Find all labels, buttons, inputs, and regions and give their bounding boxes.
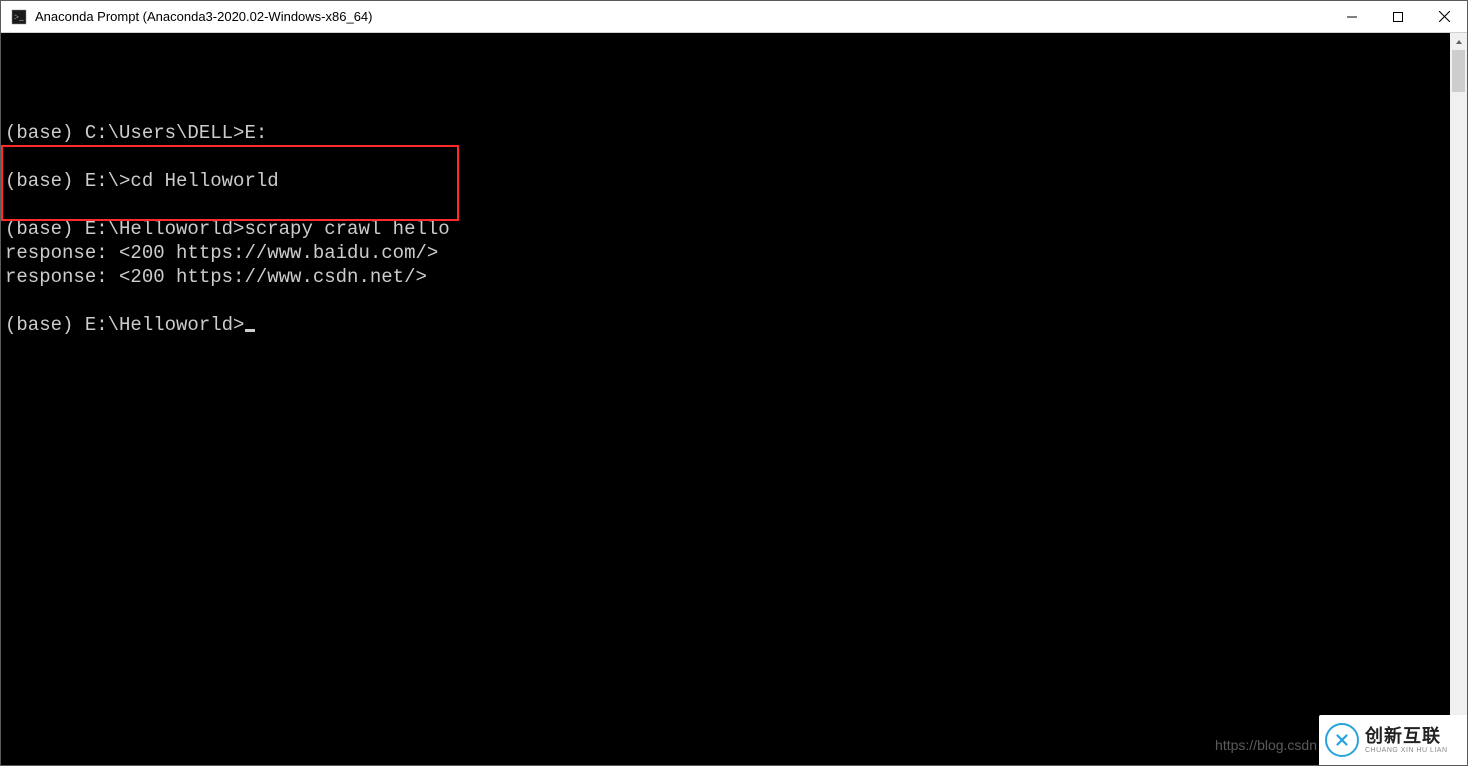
scrollbar-thumb[interactable] [1452,50,1465,92]
terminal-line [5,193,1450,217]
terminal-line: response: <200 https://www.baidu.com/> [5,241,1450,265]
cursor [245,329,255,332]
svg-text:>_: >_ [14,12,24,22]
scrollbar-down-button[interactable] [1450,748,1467,765]
terminal-line [5,289,1450,313]
terminal-line: (base) E:\Helloworld> [5,313,1450,337]
close-button[interactable] [1421,1,1467,32]
terminal-line: (base) E:\Helloworld>scrapy crawl hello [5,217,1450,241]
scrollbar-up-button[interactable] [1450,33,1467,50]
terminal-line: (base) E:\>cd Helloworld [5,169,1450,193]
titlebar[interactable]: >_ Anaconda Prompt (Anaconda3-2020.02-Wi… [1,1,1467,33]
terminal-output[interactable]: (base) C:\Users\DELL>E: (base) E:\>cd Hel… [1,33,1450,765]
terminal-line [5,145,1450,169]
terminal-line: (base) C:\Users\DELL>E: [5,121,1450,145]
window-frame: >_ Anaconda Prompt (Anaconda3-2020.02-Wi… [0,0,1468,766]
terminal-area: (base) C:\Users\DELL>E: (base) E:\>cd Hel… [1,33,1467,765]
window-title: Anaconda Prompt (Anaconda3-2020.02-Windo… [35,9,1329,24]
maximize-button[interactable] [1375,1,1421,32]
vertical-scrollbar[interactable] [1450,33,1467,765]
window-controls [1329,1,1467,32]
terminal-line: response: <200 https://www.csdn.net/> [5,265,1450,289]
minimize-button[interactable] [1329,1,1375,32]
app-icon: >_ [11,9,27,25]
